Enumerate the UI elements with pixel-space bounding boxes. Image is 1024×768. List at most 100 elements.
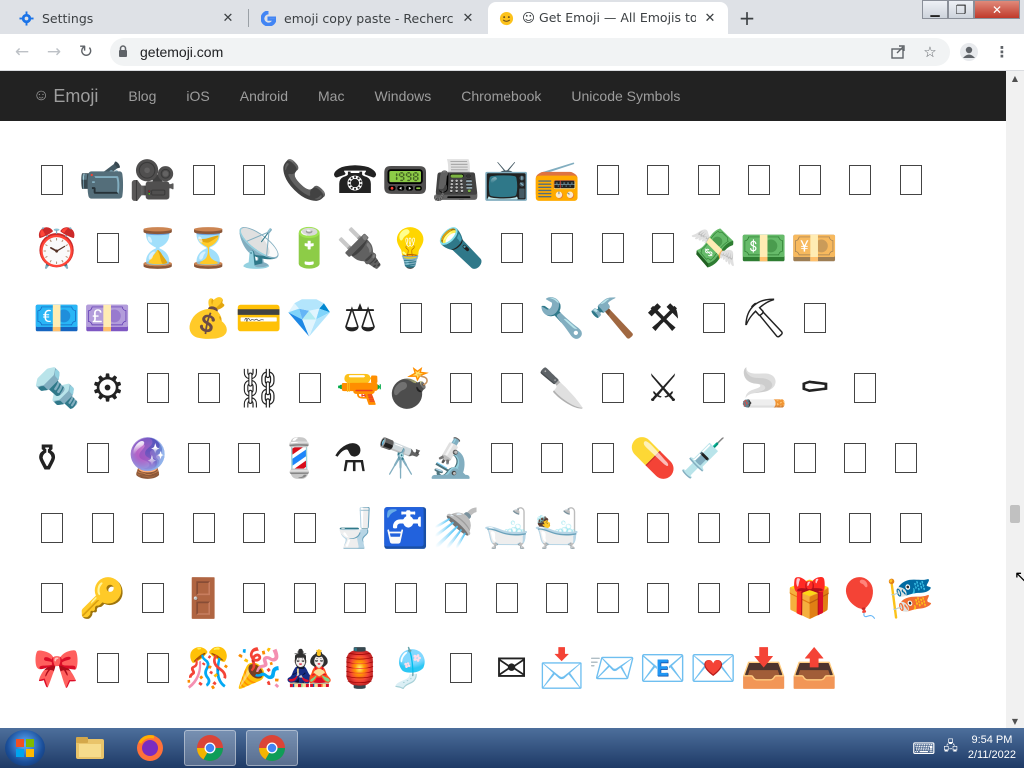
emoji-cell[interactable] — [229, 568, 279, 628]
emoji-cell[interactable]: 💴 — [790, 218, 840, 278]
emoji-cell[interactable] — [537, 218, 587, 278]
emoji-cell[interactable]: 🔭 — [376, 428, 426, 488]
emoji-cell[interactable]: ⚒ — [638, 288, 688, 348]
emoji-cell[interactable] — [734, 568, 784, 628]
emoji-cell[interactable] — [532, 568, 582, 628]
emoji-cell[interactable] — [487, 218, 537, 278]
emoji-cell[interactable] — [280, 498, 330, 558]
emoji-cell[interactable] — [633, 498, 683, 558]
emoji-cell[interactable] — [224, 428, 274, 488]
emoji-cell[interactable] — [386, 288, 436, 348]
emoji-cell[interactable] — [436, 638, 486, 698]
emoji-cell[interactable] — [477, 428, 527, 488]
emoji-cell[interactable]: 🎁 — [785, 568, 835, 628]
emoji-cell[interactable] — [886, 498, 936, 558]
emoji-cell[interactable]: 🚽 — [330, 498, 380, 558]
emoji-cell[interactable] — [684, 498, 734, 558]
emoji-cell[interactable] — [689, 358, 739, 418]
close-icon[interactable]: ✕ — [220, 10, 236, 26]
emoji-cell[interactable]: ⏳ — [184, 218, 234, 278]
nav-android[interactable]: Android — [240, 88, 288, 104]
tab-settings[interactable]: Settings ✕ — [8, 2, 246, 34]
close-icon[interactable]: ✕ — [702, 10, 718, 26]
emoji-cell[interactable] — [886, 150, 936, 210]
emoji-cell[interactable]: 🛁 — [482, 498, 532, 558]
emoji-cell[interactable]: ✉ — [487, 638, 537, 698]
emoji-cell[interactable] — [487, 358, 537, 418]
emoji-cell[interactable]: ⌛ — [133, 218, 183, 278]
emoji-cell[interactable]: 🚰 — [381, 498, 431, 558]
emoji-cell[interactable]: 🔩 — [32, 358, 82, 418]
emoji-cell[interactable] — [73, 428, 123, 488]
nav-ios[interactable]: iOS — [186, 88, 209, 104]
emoji-cell[interactable]: 🚪 — [179, 568, 229, 628]
emoji-cell[interactable] — [280, 568, 330, 628]
emoji-cell[interactable]: 💌 — [689, 638, 739, 698]
emoji-cell[interactable] — [330, 568, 380, 628]
emoji-cell[interactable] — [27, 498, 77, 558]
vertical-scrollbar[interactable]: ▲ ▼ — [1006, 71, 1024, 728]
network-icon[interactable]: 🖧 — [943, 737, 958, 759]
emoji-cell[interactable] — [78, 498, 128, 558]
emoji-cell[interactable]: 🎊 — [184, 638, 234, 698]
emoji-cell[interactable]: ⚱ — [22, 428, 72, 488]
nav-blog[interactable]: Blog — [128, 88, 156, 104]
emoji-cell[interactable] — [229, 150, 279, 210]
scroll-up-arrow-icon[interactable]: ▲ — [1006, 71, 1024, 85]
emoji-cell[interactable]: 📤 — [790, 638, 840, 698]
emoji-cell[interactable] — [179, 498, 229, 558]
reload-icon[interactable]: ↻ — [74, 40, 98, 64]
emoji-cell[interactable] — [835, 150, 885, 210]
emoji-cell[interactable] — [638, 218, 688, 278]
emoji-cell[interactable] — [487, 288, 537, 348]
emoji-cell[interactable]: 🔦 — [436, 218, 486, 278]
emoji-cell[interactable] — [583, 568, 633, 628]
maximize-button[interactable]: ❐ — [948, 0, 974, 19]
forward-arrow-icon[interactable]: → — [42, 40, 66, 64]
scrollbar-thumb[interactable] — [1010, 505, 1020, 523]
emoji-cell[interactable]: 🎐 — [386, 638, 436, 698]
emoji-cell[interactable]: 🎈 — [835, 568, 885, 628]
back-arrow-icon[interactable]: ← — [10, 40, 34, 64]
profile-icon[interactable] — [958, 41, 980, 63]
emoji-cell[interactable] — [840, 358, 890, 418]
nav-unicode-symbols[interactable]: Unicode Symbols — [571, 88, 680, 104]
nav-mac[interactable]: Mac — [318, 88, 344, 104]
emoji-cell[interactable]: ☎ — [330, 150, 380, 210]
star-icon[interactable]: ☆ — [919, 41, 941, 63]
emoji-cell[interactable] — [27, 150, 77, 210]
emoji-cell[interactable]: 💊 — [628, 428, 678, 488]
address-bar[interactable]: getemoji.com — [110, 38, 950, 66]
emoji-cell[interactable]: ⚰ — [790, 358, 840, 418]
emoji-cell[interactable] — [684, 150, 734, 210]
emoji-cell[interactable]: 🔬 — [426, 428, 476, 488]
emoji-cell[interactable] — [133, 288, 183, 348]
emoji-cell[interactable] — [684, 568, 734, 628]
emoji-cell[interactable] — [436, 358, 486, 418]
emoji-cell[interactable]: 💸 — [689, 218, 739, 278]
emoji-cell[interactable]: ⛓ — [234, 358, 284, 418]
emoji-cell[interactable]: 📞 — [280, 150, 330, 210]
emoji-cell[interactable]: 🎏 — [886, 568, 936, 628]
emoji-cell[interactable] — [482, 568, 532, 628]
emoji-cell[interactable]: 📺 — [482, 150, 532, 210]
emoji-cell[interactable]: 📹 — [78, 150, 128, 210]
emoji-cell[interactable] — [381, 568, 431, 628]
emoji-cell[interactable]: 🎎 — [285, 638, 335, 698]
emoji-cell[interactable] — [734, 498, 784, 558]
emoji-cell[interactable] — [128, 498, 178, 558]
emoji-cell[interactable] — [583, 498, 633, 558]
chrome-taskbar-button[interactable] — [184, 730, 236, 766]
tab-get-emoji[interactable]: ☺ Get Emoji — All Emojis to ✂️ Copy and … — [488, 2, 728, 34]
emoji-cell[interactable]: 🔪 — [537, 358, 587, 418]
emoji-cell[interactable]: 💳 — [234, 288, 284, 348]
emoji-cell[interactable] — [583, 150, 633, 210]
emoji-cell[interactable]: 📡 — [234, 218, 284, 278]
emoji-cell[interactable]: 🔨 — [588, 288, 638, 348]
emoji-cell[interactable]: 🎀 — [32, 638, 82, 698]
emoji-cell[interactable]: 🎥 — [128, 150, 178, 210]
emoji-cell[interactable]: 💷 — [83, 288, 133, 348]
emoji-cell[interactable] — [133, 638, 183, 698]
scroll-down-arrow-icon[interactable]: ▼ — [1006, 714, 1024, 728]
emoji-cell[interactable]: ⏰ — [32, 218, 82, 278]
